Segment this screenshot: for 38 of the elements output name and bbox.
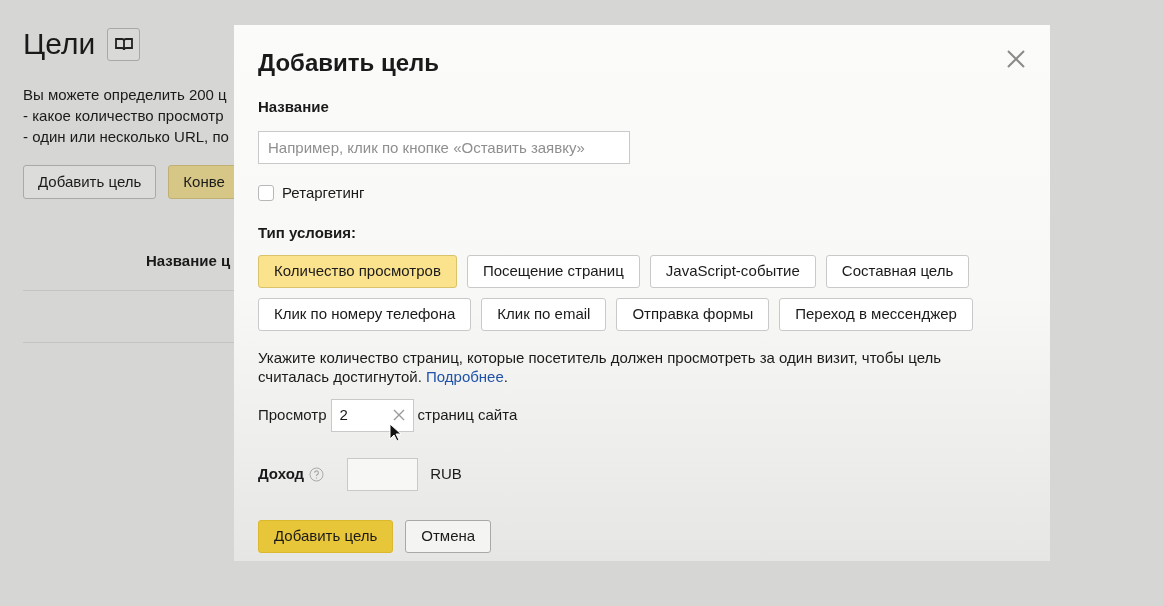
- book-button[interactable]: [107, 27, 141, 61]
- clear-icon: [392, 409, 405, 421]
- name-field[interactable]: Например, клик по кнопке «Оставить заявку»: [258, 130, 630, 164]
- condition-option[interactable]: Клик по email: [481, 297, 607, 331]
- condition-option[interactable]: Количество просмотров: [258, 254, 457, 288]
- more-link[interactable]: Подробнее: [426, 367, 504, 385]
- cancel-button[interactable]: Отмена: [405, 519, 492, 553]
- condition-option[interactable]: Посещение страниц: [466, 254, 640, 288]
- condition-option[interactable]: Составная цель: [825, 254, 970, 288]
- intro-text: - какое количество просмотр: [23, 106, 224, 126]
- currency-label: RUB: [430, 463, 462, 484]
- close-icon: [1006, 49, 1026, 69]
- views-field[interactable]: 2: [330, 398, 414, 432]
- close-button[interactable]: [1006, 49, 1026, 69]
- condition-option[interactable]: JavaScript-событие: [649, 254, 816, 288]
- condition-option[interactable]: Переход в мессенджер: [779, 297, 973, 331]
- cursor-icon: [389, 423, 401, 442]
- views-label: Просмотр: [258, 404, 327, 425]
- condition-option[interactable]: Клик по номеру телефона: [258, 297, 472, 331]
- income-field[interactable]: [347, 457, 419, 491]
- description-text: Укажите количество страниц, которые посетитель должен просмотреть за один визит, чтобы цель считалась достигнутой. Подробнее.: [258, 347, 943, 386]
- page-button[interactable]: Добавить цель: [23, 165, 157, 199]
- intro-text: - один или несколько URL, по: [23, 127, 229, 147]
- checkbox-label: Ретаргетинг: [282, 182, 365, 203]
- views-suffix: страниц сайта: [417, 404, 518, 425]
- field-label: Название: [258, 97, 329, 117]
- page-title: Цели: [23, 26, 96, 62]
- help-icon: [309, 466, 325, 482]
- condition-option[interactable]: Отправка формы: [616, 297, 770, 331]
- income-label: Доход: [258, 463, 305, 484]
- column-header: Название ц: [146, 252, 231, 269]
- dialog-title: Добавить цель: [258, 48, 439, 78]
- section-label: Тип условия:: [258, 223, 357, 243]
- book-icon: [114, 37, 133, 51]
- intro-text: Вы можете определить 200 ц: [23, 85, 227, 105]
- page-button[interactable]: Конве: [168, 165, 234, 199]
- retargeting-checkbox[interactable]: [258, 184, 274, 201]
- submit-button[interactable]: Добавить цель: [258, 519, 394, 553]
